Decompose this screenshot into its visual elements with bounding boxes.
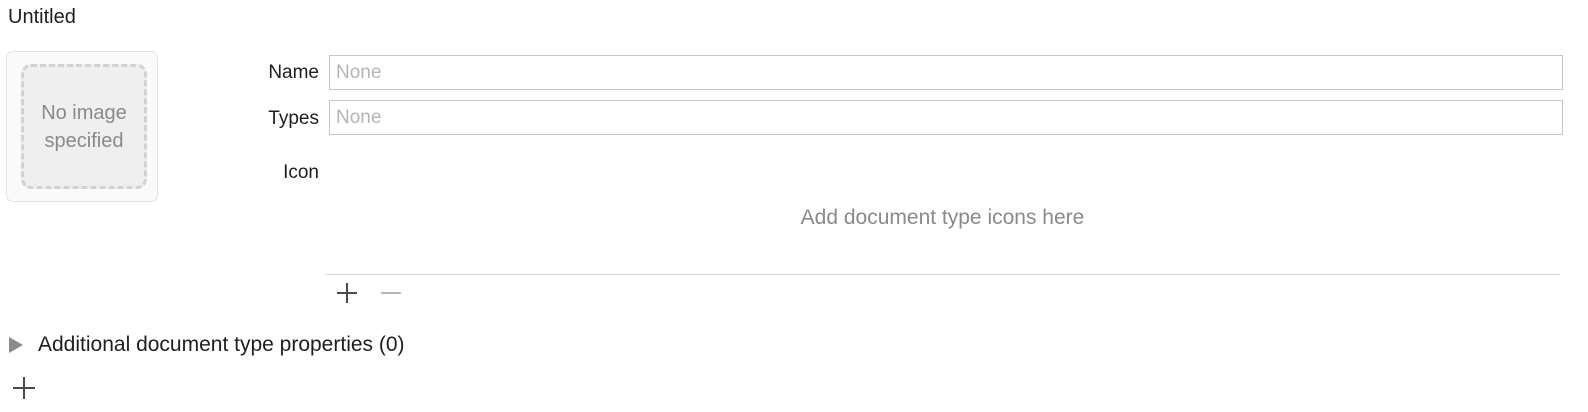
additional-properties-label: Additional document type properties (0): [38, 333, 405, 356]
name-label: Name: [268, 62, 319, 83]
additional-properties-disclosure[interactable]: Additional document type properties (0): [8, 333, 405, 357]
types-field[interactable]: [329, 100, 1563, 135]
icon-area-hint: Add document type icons here: [800, 206, 1085, 229]
minus-icon: [381, 292, 401, 294]
add-icon-button[interactable]: [334, 280, 360, 306]
disclosure-triangle-icon: [9, 337, 23, 353]
icon-drop-area[interactable]: Add document type icons here: [325, 150, 1560, 275]
types-label: Types: [268, 108, 319, 129]
remove-icon-button[interactable]: [378, 280, 404, 306]
name-field[interactable]: [329, 55, 1563, 90]
icon-label: Icon: [283, 162, 319, 183]
image-drop-zone[interactable]: No image specified: [21, 64, 147, 189]
add-document-type-button[interactable]: [11, 374, 37, 402]
plus-icon: [13, 377, 35, 399]
document-type-editor: Untitled No image specified Name Types I…: [0, 0, 1588, 412]
plus-icon: [337, 283, 357, 303]
section-title: Untitled: [8, 6, 76, 28]
image-well[interactable]: No image specified: [6, 51, 158, 202]
image-well-placeholder: No image specified: [41, 101, 127, 152]
